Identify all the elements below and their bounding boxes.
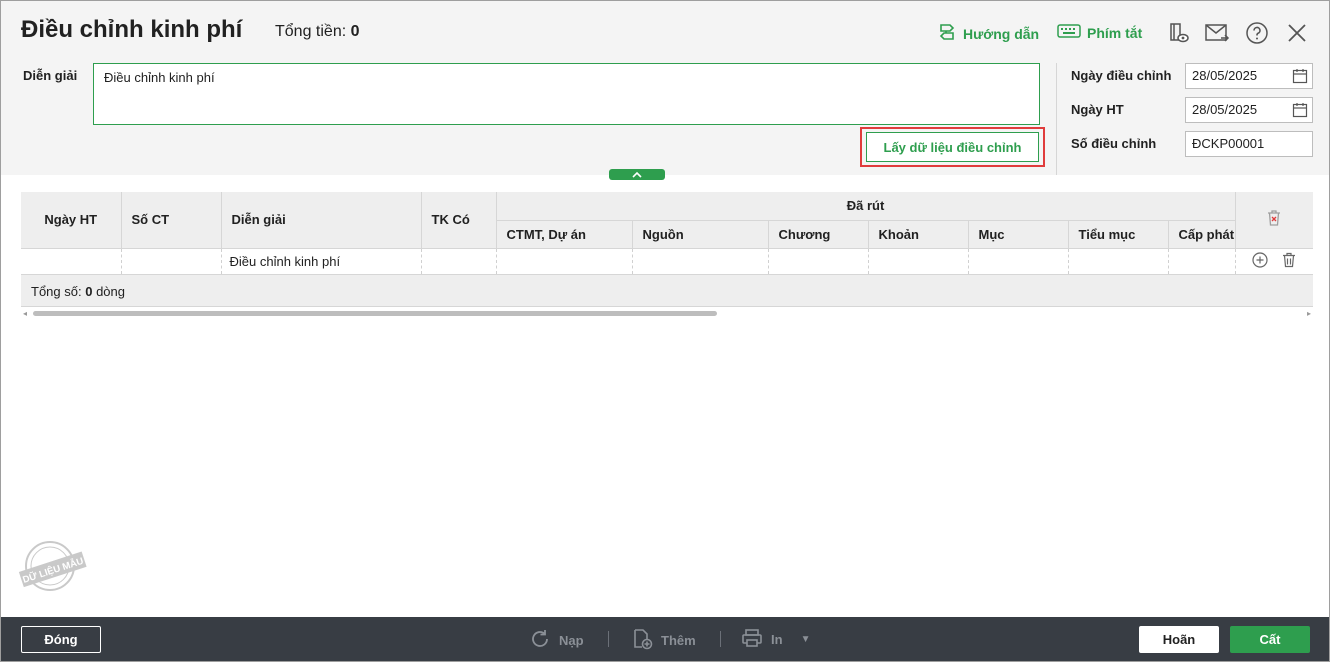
col-credit-account[interactable]: TK Có [421,192,497,249]
row-actions [1235,248,1314,275]
posting-date-value: 28/05/2025 [1192,102,1258,117]
horizontal-scrollbar[interactable]: ◂ ▸ [21,309,1313,318]
col-program[interactable]: CTMT, Dự án [496,220,633,249]
close-button[interactable]: Đóng [21,626,101,653]
scroll-thumb[interactable] [33,311,717,316]
get-adjustment-data-button[interactable]: Lấy dữ liệu điều chỉnh [866,132,1039,162]
scroll-right-icon[interactable]: ▸ [1307,309,1311,318]
adjust-date-input[interactable]: 28/05/2025 [1185,63,1313,89]
guide-link[interactable]: Hướng dẫn [937,22,1039,45]
vertical-divider [1056,63,1057,175]
cell-sub-item[interactable] [1068,248,1169,275]
grid-summary: Tổng số: 0 dòng [21,275,1313,307]
calendar-icon[interactable] [1292,68,1308,87]
col-posting-date[interactable]: Ngày HT [21,192,122,249]
col-chapter[interactable]: Chương [768,220,869,249]
description-field[interactable]: Điều chỉnh kinh phí [93,63,1040,125]
detail-grid: Ngày HT Số CT Diễn giải TK Có Đã rút CTM… [21,192,1314,275]
adjust-date-label: Ngày điều chỉnh [1071,68,1172,83]
guide-icon [937,22,957,45]
printer-icon [741,628,763,651]
toolbar-divider [608,631,609,647]
col-group-withdrawn: Đã rút [496,192,1236,221]
sample-data-stamp: DỮ LIỆU MẪU [18,540,90,592]
adjust-date-value: 28/05/2025 [1192,68,1258,83]
adjust-number-value: ĐCKP00001 [1192,136,1265,151]
cell-item[interactable] [968,248,1069,275]
cell-posting-date[interactable] [21,248,122,275]
total-label: Tổng tiền: [275,23,347,40]
reload-label: Nạp [559,633,584,648]
cell-description[interactable]: Điều chỉnh kinh phí [221,248,422,275]
shortcut-link[interactable]: Phím tắt [1057,22,1142,43]
mail-icon[interactable] [1204,20,1230,46]
col-sub-item[interactable]: Tiểu mục [1068,220,1169,249]
print-button[interactable]: In ▼ [741,628,810,651]
scroll-left-icon[interactable]: ◂ [23,309,27,318]
adjust-number-label: Số điều chỉnh [1071,136,1157,151]
add-label: Thêm [661,633,696,648]
save-button[interactable]: Cất [1230,626,1310,653]
header-panel: Điều chỉnh kinh phí Tổng tiền: 0 Hướng d… [1,1,1329,175]
cell-section[interactable] [868,248,969,275]
add-document-icon [631,628,653,653]
chevron-down-icon[interactable]: ▼ [801,634,811,645]
help-icon[interactable] [1244,20,1270,46]
add-button[interactable]: Thêm [631,628,696,653]
reload-button[interactable]: Nạp [529,628,584,653]
cell-doc-no[interactable] [121,248,222,275]
print-label: In [771,632,783,647]
col-allocation[interactable]: Cấp phát [1168,220,1236,249]
total-value: 0 [350,23,360,40]
col-doc-no[interactable]: Số CT [121,192,222,249]
delete-row-icon[interactable] [1282,252,1296,271]
toolbar-divider [720,631,721,647]
adjust-number-input[interactable]: ĐCKP00001 [1185,131,1313,157]
add-row-icon[interactable] [1252,251,1269,271]
table-row[interactable]: Điều chỉnh kinh phí [21,248,1314,275]
total-amount: Tổng tiền: 0 [275,23,360,41]
cell-allocation[interactable] [1168,248,1236,275]
col-description[interactable]: Diễn giải [221,192,422,249]
calendar-icon[interactable] [1292,102,1308,121]
chevron-up-icon [631,167,643,182]
collapse-header-toggle[interactable] [609,169,665,180]
summary-suffix: dòng [96,284,125,299]
trash-clear-icon [1266,210,1282,230]
page-title: Điều chỉnh kinh phí [21,16,243,43]
description-label: Diễn giải [23,68,78,83]
col-item[interactable]: Mục [968,220,1069,249]
col-source[interactable]: Nguồn [632,220,769,249]
guide-label: Hướng dẫn [963,25,1040,42]
cell-program[interactable] [496,248,633,275]
shortcut-label: Phím tắt [1087,24,1143,41]
refresh-icon [529,628,551,653]
cell-source[interactable] [632,248,769,275]
cell-credit-account[interactable] [421,248,497,275]
posting-date-label: Ngày HT [1071,102,1124,117]
cell-chapter[interactable] [768,248,869,275]
delete-all-rows-button[interactable] [1235,192,1314,249]
bottom-toolbar: Đóng Nạp Thêm In ▼ Hoãn Cất [1,617,1329,661]
cancel-button[interactable]: Hoãn [1139,626,1219,653]
posting-date-input[interactable]: 28/05/2025 [1185,97,1313,123]
summary-prefix: Tổng số: [31,284,82,299]
summary-count: 0 [85,284,93,299]
keyboard-icon [1057,22,1081,43]
preview-icon[interactable] [1165,20,1191,46]
close-icon[interactable] [1284,20,1310,46]
col-section[interactable]: Khoản [868,220,969,249]
